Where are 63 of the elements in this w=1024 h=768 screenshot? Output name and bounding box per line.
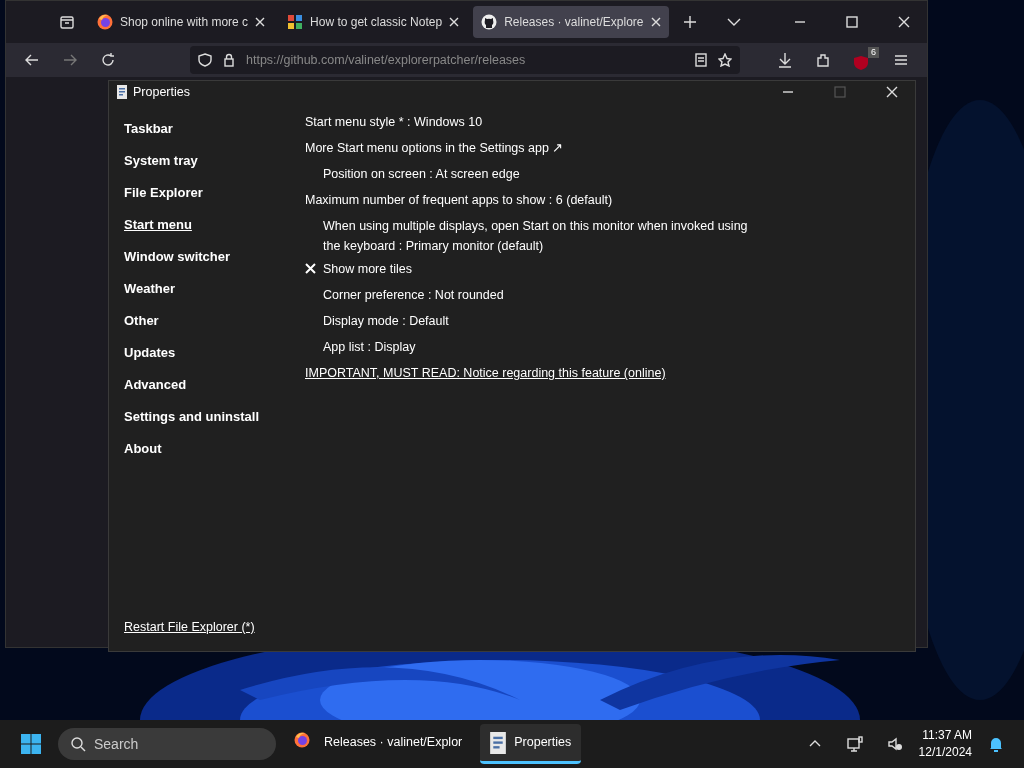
setting-option[interactable]: Position on screen : At screen edge: [305, 164, 520, 184]
sidebar-item[interactable]: System tray: [124, 145, 305, 177]
windows-logo-icon: [20, 733, 42, 755]
close-icon[interactable]: [449, 17, 460, 27]
clock-time[interactable]: 11:37 AM: [918, 727, 972, 744]
forward-arrow-icon: [62, 52, 78, 68]
document-icon: [490, 731, 507, 754]
setting-option[interactable]: Display mode : Default: [305, 311, 449, 331]
menu-icon: [893, 52, 909, 68]
notice-link[interactable]: IMPORTANT, MUST READ: Notice regarding this feature (online): [305, 363, 666, 383]
lock-icon: [222, 53, 236, 67]
sidebar-item[interactable]: Other: [124, 305, 305, 337]
shield-icon: [198, 53, 212, 67]
browser-tab[interactable]: Releases · valinet/Explore: [473, 6, 669, 38]
shield-icon: [853, 55, 869, 71]
sidebar-item[interactable]: Settings and uninstall: [124, 401, 305, 433]
close-icon[interactable]: [255, 17, 266, 27]
browser-tab[interactable]: How to get classic Notep: [279, 6, 468, 38]
checkbox-label[interactable]: Show more tiles: [323, 259, 412, 279]
cross-icon[interactable]: [305, 263, 316, 274]
taskbar-app[interactable]: Releases · valinet/Explor: [284, 724, 473, 764]
document-icon: [117, 85, 127, 99]
restart-link[interactable]: Restart File Explorer (*): [124, 620, 255, 635]
folder-icon: [59, 14, 75, 30]
address-bar[interactable]: https://github.com/valinet/explorerpatcher/releases: [190, 46, 740, 74]
download-icon: [777, 52, 793, 68]
close-icon: [897, 15, 911, 29]
setting-option[interactable]: Start menu style * : Windows 10: [305, 112, 483, 132]
sidebar-item[interactable]: Advanced: [124, 369, 305, 401]
sidebar-item[interactable]: Weather: [124, 273, 305, 305]
window-title: Properties: [133, 83, 191, 101]
tiles-icon: [287, 14, 304, 30]
reader-icon[interactable]: [694, 53, 708, 67]
setting-option[interactable]: Corner preference : Not rounded: [305, 285, 504, 305]
maximize-icon: [833, 85, 847, 99]
sidebar-item[interactable]: File Explorer: [124, 177, 305, 209]
bell-icon: [988, 736, 1004, 752]
back-arrow-icon: [24, 52, 40, 68]
plus-icon: [682, 15, 697, 29]
settings-link[interactable]: More Start menu options in the Settings app ↗: [305, 138, 564, 158]
search-field[interactable]: Search: [58, 728, 276, 760]
network-icon: [846, 736, 863, 752]
taskbar-app[interactable]: Properties: [480, 724, 582, 764]
setting-option[interactable]: When using multiple displays, open Start on this monitor when invoked using the keyboard : Primary monitor (default): [305, 216, 755, 256]
star-icon[interactable]: [718, 53, 732, 67]
clock-date[interactable]: 12/1/2024: [918, 744, 972, 761]
extension-button[interactable]: 6: [845, 47, 879, 73]
firefox-icon: [97, 14, 113, 30]
muted-speaker-icon: [886, 736, 903, 752]
setting-option[interactable]: Maximum number of frequent apps to show : 6 (default): [305, 190, 613, 210]
search-icon: [70, 736, 86, 752]
badge-count: 6: [868, 47, 879, 58]
reload-icon: [100, 52, 116, 68]
close-icon[interactable]: [650, 17, 661, 27]
browser-tab[interactable]: Shop online with more c: [89, 6, 274, 38]
sidebar-item[interactable]: About: [124, 433, 305, 465]
sidebar-item[interactable]: Updates: [124, 337, 305, 369]
setting-option[interactable]: App list : Display: [305, 337, 416, 357]
sidebar-item[interactable]: Start menu: [124, 209, 305, 241]
close-icon: [885, 85, 899, 99]
sidebar-item[interactable]: Window switcher: [124, 241, 305, 273]
maximize-icon: [845, 15, 859, 29]
sidebar-item[interactable]: Taskbar: [124, 113, 305, 145]
